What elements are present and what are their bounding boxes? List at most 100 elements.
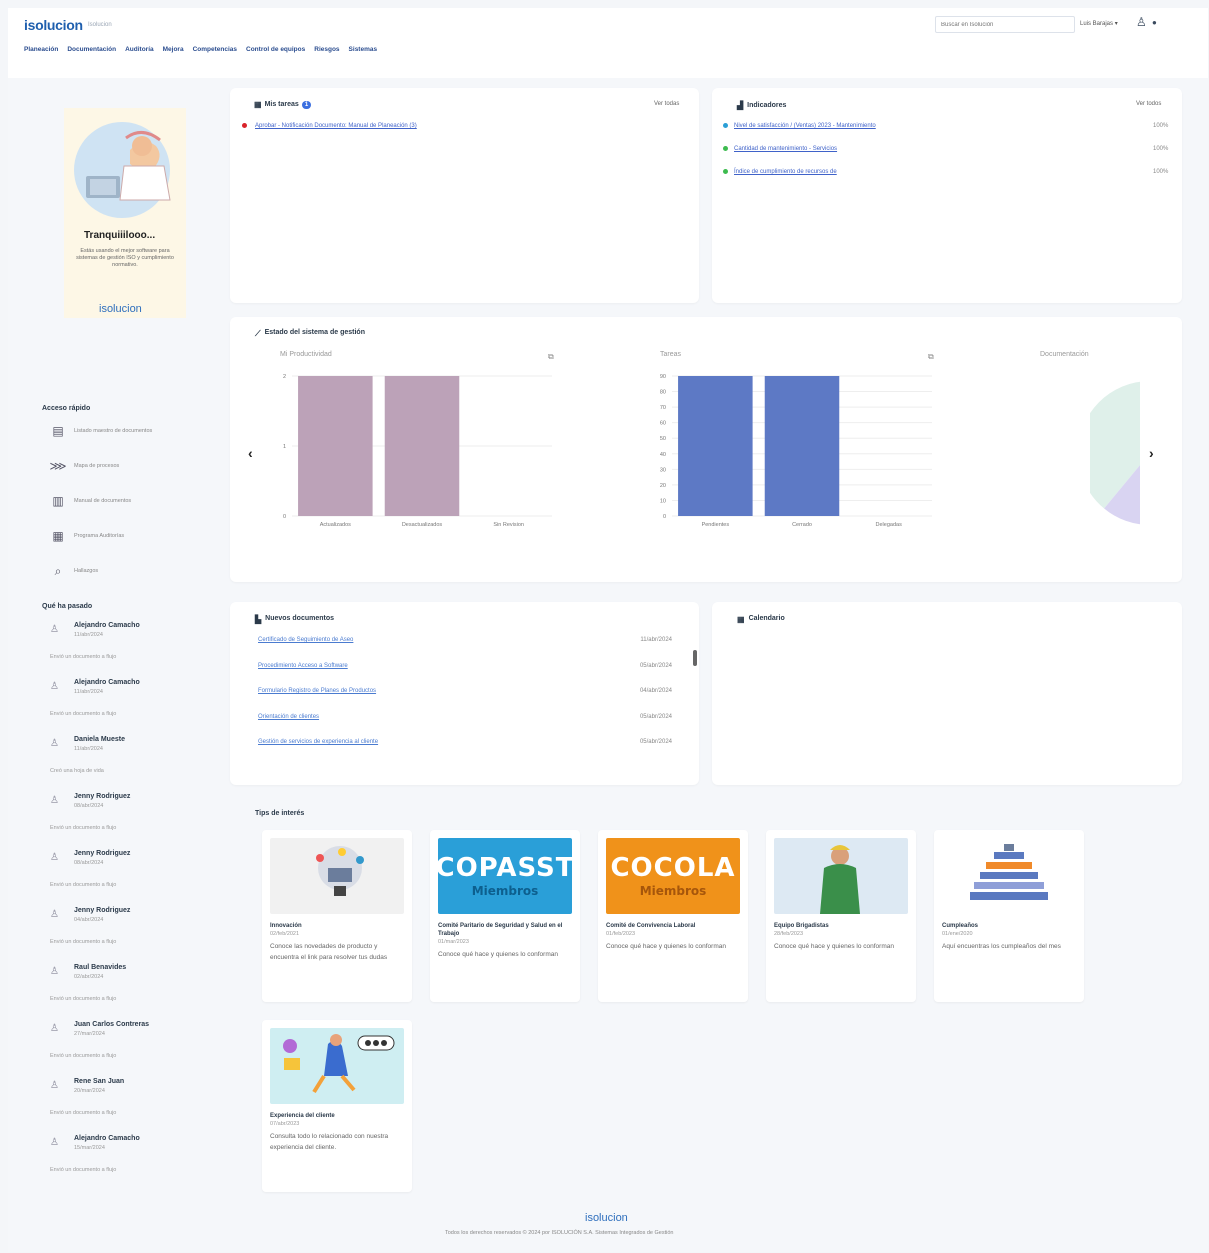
document-row[interactable]: Procedimiento Acceso a Software 05/abr/20… <box>258 663 678 675</box>
tip-description: Conoce qué hace y quienes lo conforman <box>606 943 726 950</box>
indicators-card <box>712 88 1182 303</box>
indicator-link[interactable]: Índice de cumplimiento de recursos de <box>734 169 837 175</box>
quick-access-item[interactable]: ▦ Programa Auditorías <box>50 528 124 544</box>
quick-access-label: Programa Auditorías <box>74 533 125 539</box>
audit-program-icon: ▦ <box>52 529 64 543</box>
tip-title: Equipo Brigadistas <box>774 923 829 929</box>
x-tick-label: Sin Revision <box>493 522 524 528</box>
lightbulb-illustration <box>316 846 364 896</box>
external-link-icon[interactable]: ⧉ <box>548 352 554 362</box>
user-settings-icon[interactable]: ♙ <box>1136 15 1147 29</box>
history-action: Envió un documento a flujo <box>50 939 117 945</box>
tip-description: Aquí encuentras los cumpleaños del mes <box>942 943 1061 950</box>
tip-card-customer[interactable]: Experiencia del cliente 07/abr/2023 Consul… <box>262 1020 412 1192</box>
promo-logo: isolucion <box>99 303 142 315</box>
history-user: Alejandro Camacho <box>74 622 140 629</box>
task-link[interactable]: Aprobar - Notificación Documento: Manual… <box>255 123 417 129</box>
external-link-icon[interactable]: ⧉ <box>928 352 934 362</box>
document-date: 05/abr/2024 <box>639 713 672 720</box>
document-link[interactable]: Gestión de servicios de experiencia al c… <box>258 739 378 745</box>
history-user: Alejandro Camacho <box>74 1135 140 1142</box>
tip-date: 01/feb/2023 <box>606 931 636 937</box>
nav-item[interactable]: Documentación <box>67 46 116 53</box>
history-action: Envió un documento a flujo <box>50 996 117 1002</box>
nav-item[interactable]: Mejora <box>163 46 184 53</box>
user-icon: ♙ <box>50 966 59 977</box>
nav-item[interactable]: Sistemas <box>349 46 378 53</box>
history-title: Qué ha pasado <box>42 603 93 610</box>
tip-image <box>774 838 908 914</box>
user-icon: ♙ <box>50 909 59 920</box>
history-action: Envió un documento a flujo <box>50 882 117 888</box>
y-tick-label: 80 <box>660 390 666 396</box>
history-action: Creó una hoja de vida <box>50 768 104 774</box>
app-logo[interactable]: isolucion <box>24 17 83 33</box>
quick-access-item[interactable]: ⋙ Mapa de procesos <box>49 458 120 474</box>
history-user: Juan Carlos Contreras <box>74 1021 150 1028</box>
indicators-see-all-link[interactable]: Ver todos <box>1136 101 1161 107</box>
tip-image <box>942 838 1076 914</box>
calendar-title: ▦ Calendario <box>737 615 785 624</box>
tasks-see-all-link[interactable]: Ver todas <box>654 101 679 107</box>
documents-scroll-thumb[interactable] <box>693 650 697 666</box>
user-name: Luis Barajas <box>1080 21 1114 27</box>
history-user: Raul Benavides <box>74 964 127 971</box>
bar-actualizados <box>298 376 373 516</box>
indicator-link[interactable]: Nivel de satisfacción / (Ventas) 2023 - … <box>734 123 876 129</box>
tip-card-copasst[interactable]: COPASST Miembros Comité Paritario de Segur… <box>430 830 580 1002</box>
history-date: 15/mar/2024 <box>74 1145 105 1151</box>
footer-text: Todos los derechos reservados © 2024 por… <box>445 1230 674 1236</box>
document-link[interactable]: Formulario Registro de Planes de Product… <box>258 688 376 694</box>
document-row[interactable]: Gestión de servicios de experiencia al c… <box>258 739 678 751</box>
nav-item[interactable]: Riesgos <box>314 46 339 53</box>
quick-access-item[interactable]: ▤ Listado maestro de documentos <box>50 423 152 439</box>
y-tick-label: 50 <box>660 436 666 442</box>
tip-description: Conoce las novedades de producto y encue… <box>270 943 388 961</box>
quick-access-label: Hallazgos <box>74 568 99 574</box>
chevron-left-icon[interactable]: ‹ <box>248 445 253 461</box>
manual-icon: ▥ <box>52 494 64 508</box>
indicator-link[interactable]: Cantidad de mantenimiento - Servicios <box>734 146 837 152</box>
tip-title: Comité Paritario de Seguridad y Salud en… <box>438 923 563 937</box>
nav-item[interactable]: Control de equipos <box>246 46 305 53</box>
document-link[interactable]: Procedimiento Acceso a Software <box>258 663 348 669</box>
document-link[interactable]: Orientación de clientes <box>258 714 319 720</box>
search-input[interactable] <box>935 16 1075 33</box>
tip-card-innovation[interactable]: Innovación 02/feb/2021 Conoce las novedade… <box>262 830 412 1002</box>
quick-access-label: Mapa de procesos <box>74 463 120 469</box>
nav-item[interactable]: Planeación <box>24 46 58 53</box>
promo-banner[interactable]: Tranquiiilooo... Estás usando el mejor s… <box>64 108 186 318</box>
nav-item[interactable]: Auditoría <box>125 46 154 53</box>
chart-title-tasks: Tareas <box>660 351 682 358</box>
history-user: Jenny Rodriguez <box>74 793 131 800</box>
history-date: 08/abr/2024 <box>74 860 104 866</box>
user-icon: ♙ <box>50 1137 59 1148</box>
tip-card-cocola[interactable]: COCOLA Miembros Comité de Convivencia Labo… <box>598 830 748 1002</box>
document-icon: ▤ <box>52 424 64 438</box>
document-row[interactable]: Orientación de clientes 05/abr/2024 <box>258 714 678 726</box>
tip-image <box>270 1028 404 1104</box>
nav-item[interactable]: Competencias <box>193 46 237 53</box>
history-date: 27/mar/2024 <box>74 1031 105 1037</box>
document-row[interactable]: Formulario Registro de Planes de Product… <box>258 688 678 700</box>
quick-access-item[interactable]: ⌕ Hallazgos <box>50 563 99 579</box>
document-row[interactable]: Certificado de Seguimiento de Aseo 11/abr… <box>258 637 678 649</box>
document-icon: ▙ <box>255 615 262 624</box>
main-nav: Planeación Documentación Auditoría Mejora Co… <box>24 46 377 53</box>
tip-card-birthday[interactable]: Cumpleaños 01/ene/2020 Aquí encuentras los… <box>934 830 1084 1002</box>
user-icon: ♙ <box>50 1023 59 1034</box>
dot-icon[interactable]: ● <box>1152 18 1157 27</box>
tip-badge: COPASST Miembros <box>438 855 572 897</box>
chart-title-documentation: Documentación <box>1040 351 1089 358</box>
user-menu[interactable]: Luis Barajas ▾ <box>1080 20 1118 27</box>
tip-card-brigade[interactable]: Equipo Brigadistas 28/feb/2023 Conoce qué … <box>766 830 916 1002</box>
quick-access-item[interactable]: ▥ Manual de documentos <box>50 493 131 509</box>
tip-image: COCOLA Miembros <box>606 838 740 914</box>
line-chart-icon: ⟋ <box>255 329 261 338</box>
chevron-right-icon[interactable]: › <box>1149 445 1154 461</box>
tip-date: 07/abr/2023 <box>270 1121 300 1127</box>
document-link[interactable]: Certificado de Seguimiento de Aseo <box>258 637 353 643</box>
tip-date: 02/feb/2021 <box>270 931 300 937</box>
document-date: 05/abr/2024 <box>639 662 672 669</box>
quick-access-label: Manual de documentos <box>74 498 132 504</box>
